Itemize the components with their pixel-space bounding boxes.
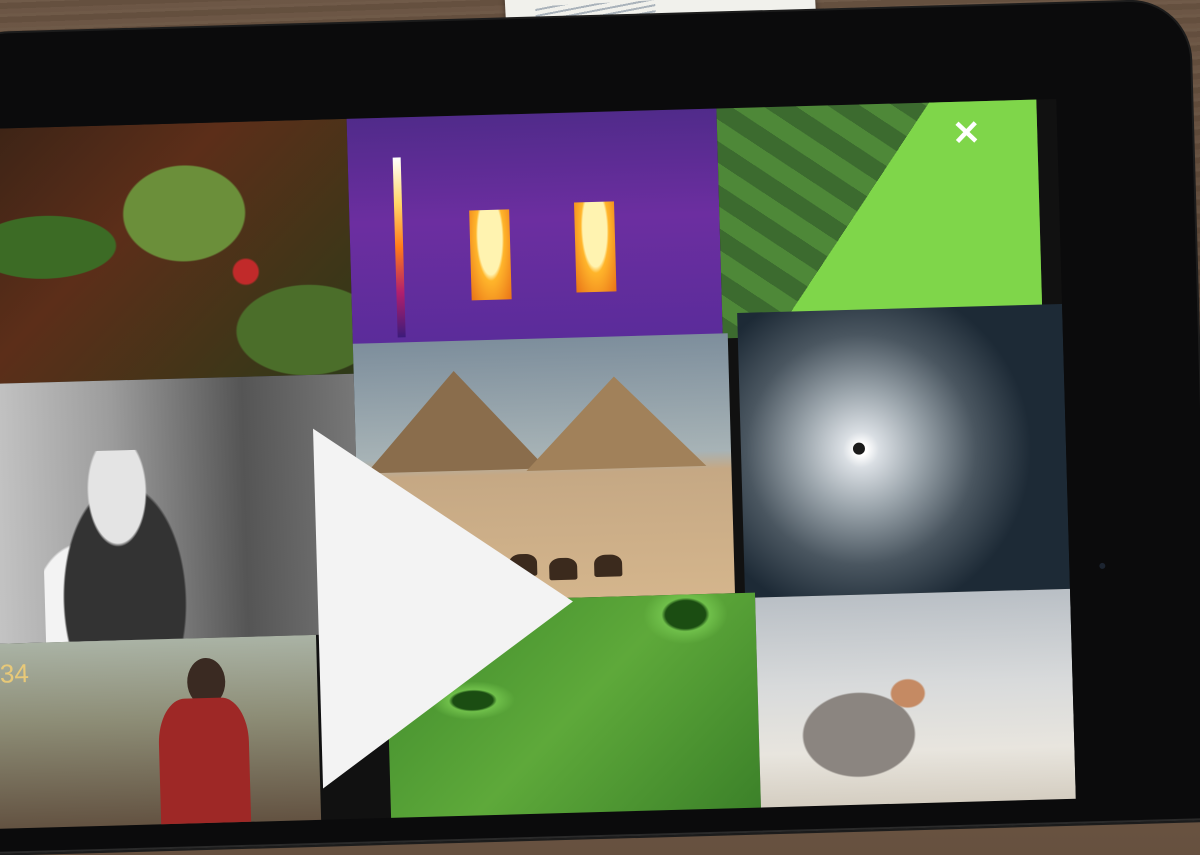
people-cattle-photo-tile[interactable] — [0, 634, 322, 830]
tablet-camera — [1099, 562, 1106, 569]
hurricane-satellite-tile[interactable] — [737, 303, 1070, 598]
page-number: 34 — [0, 657, 30, 689]
close-icon[interactable]: ✕ — [952, 114, 982, 153]
leaf-photo-tile[interactable]: ✕ — [715, 99, 1043, 339]
camel — [593, 554, 623, 578]
person-red-clothing — [157, 696, 252, 830]
hurricane-eye — [852, 442, 866, 455]
forest-photo-tile[interactable] — [0, 118, 354, 385]
portrait-figure — [40, 448, 207, 645]
crouching-person — [787, 672, 941, 797]
thermal-person-right — [573, 201, 617, 293]
tablet-device: ✕ 34 — [0, 0, 1200, 855]
play-icon[interactable] — [313, 421, 578, 789]
thermal-image-tile[interactable] — [346, 99, 723, 349]
thermal-scale-bar — [392, 157, 406, 338]
portrait-engraving-tile[interactable] — [0, 373, 361, 645]
thermal-person-left — [469, 209, 512, 301]
beach-researcher-tile[interactable] — [755, 588, 1076, 823]
